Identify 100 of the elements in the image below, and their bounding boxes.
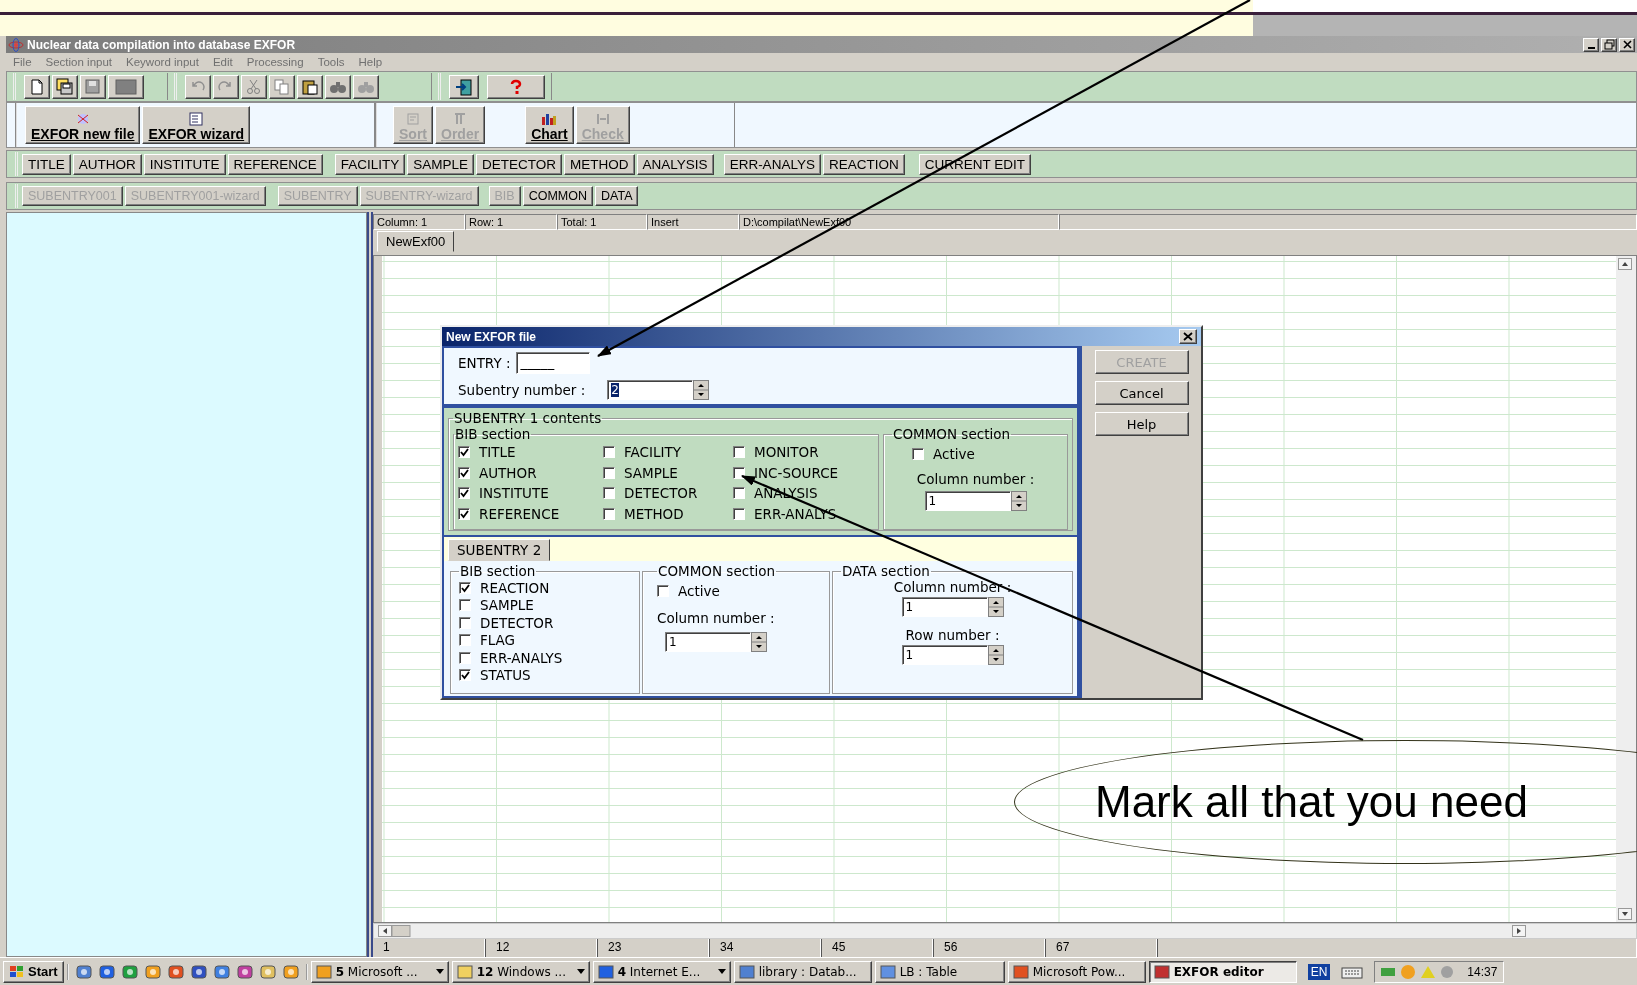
checkbox[interactable] bbox=[603, 507, 615, 520]
checkbox-label[interactable]: INSTITUTE bbox=[479, 485, 549, 502]
checkbox-label[interactable]: ERR-ANALYS bbox=[754, 505, 837, 522]
checkbox[interactable] bbox=[603, 446, 615, 459]
quick-launch-button[interactable] bbox=[166, 963, 185, 980]
new-file-button[interactable] bbox=[24, 74, 50, 99]
section-button[interactable]: ANALYSIS bbox=[636, 153, 714, 175]
checkbox[interactable] bbox=[459, 634, 471, 647]
checkbox[interactable] bbox=[458, 446, 470, 459]
checkbox[interactable] bbox=[458, 466, 470, 479]
taskbar-button[interactable]: 5 Microsoft ... bbox=[310, 960, 449, 983]
number-field[interactable]: 1 bbox=[665, 631, 751, 652]
checkbox[interactable] bbox=[459, 651, 471, 664]
copy-button[interactable] bbox=[269, 74, 295, 99]
redo-button[interactable] bbox=[213, 74, 239, 99]
language-indicator[interactable]: EN bbox=[1307, 963, 1331, 980]
checkbox-label[interactable]: DETECTOR bbox=[624, 485, 698, 502]
toolbar-button[interactable]: EXFOR wizard bbox=[142, 106, 251, 144]
checkbox-label[interactable]: INC-SOURCE bbox=[754, 464, 839, 481]
checkbox[interactable] bbox=[733, 487, 745, 500]
find-next-button[interactable] bbox=[353, 74, 379, 99]
checkbox-label[interactable]: ERR-ANALYS bbox=[480, 649, 563, 666]
save-all-button[interactable] bbox=[52, 74, 78, 99]
splitter[interactable] bbox=[367, 212, 373, 957]
checkbox-label[interactable]: STATUS bbox=[480, 667, 531, 684]
quick-launch-button[interactable] bbox=[74, 963, 93, 980]
section-button[interactable]: DATA bbox=[595, 186, 639, 206]
paste-button[interactable] bbox=[297, 74, 323, 99]
checkbox[interactable] bbox=[459, 669, 471, 682]
start-button[interactable]: Start bbox=[3, 960, 64, 983]
checkbox[interactable] bbox=[733, 446, 745, 459]
checkbox-label[interactable]: SAMPLE bbox=[480, 597, 534, 614]
number-field[interactable]: 2 bbox=[607, 380, 694, 400]
checkbox[interactable] bbox=[459, 581, 471, 594]
close-button[interactable] bbox=[1619, 37, 1635, 52]
find-button[interactable] bbox=[325, 74, 351, 99]
checkbox[interactable] bbox=[912, 448, 924, 461]
number-field[interactable]: 1 bbox=[901, 645, 988, 665]
checkbox[interactable] bbox=[458, 487, 470, 500]
subentry-tab[interactable]: SUBENTRY 2 bbox=[448, 539, 551, 561]
checkbox-label[interactable]: FLAG bbox=[480, 632, 516, 649]
section-button[interactable]: COMMON bbox=[522, 186, 593, 206]
checkbox[interactable] bbox=[657, 585, 669, 598]
dialog-button[interactable]: Help bbox=[1094, 412, 1189, 436]
restore-button[interactable] bbox=[1601, 37, 1617, 52]
section-button[interactable]: METHOD bbox=[564, 153, 635, 175]
quick-launch-button[interactable] bbox=[212, 963, 231, 980]
section-button[interactable]: REFERENCE bbox=[227, 153, 323, 175]
quick-launch-button[interactable] bbox=[143, 963, 162, 980]
checkbox[interactable] bbox=[603, 466, 615, 479]
toolbar-button[interactable]: Chart bbox=[525, 106, 574, 144]
taskbar-button[interactable]: Microsoft Pow... bbox=[1007, 960, 1146, 983]
dialog-button[interactable]: Cancel bbox=[1094, 381, 1189, 405]
quick-launch-button[interactable] bbox=[235, 963, 254, 980]
quick-launch-button[interactable] bbox=[258, 963, 277, 980]
help-button[interactable] bbox=[487, 74, 545, 99]
section-button[interactable]: TITLE bbox=[22, 153, 71, 175]
section-button[interactable]: AUTHOR bbox=[72, 153, 142, 175]
section-button[interactable]: SAMPLE bbox=[407, 153, 475, 175]
cut-button[interactable] bbox=[241, 74, 267, 99]
section-button[interactable]: INSTITUTE bbox=[143, 153, 226, 175]
taskbar-button[interactable]: 12 Windows ... bbox=[451, 960, 590, 983]
checkbox-label[interactable]: REACTION bbox=[480, 579, 550, 596]
checkbox[interactable] bbox=[603, 487, 615, 500]
section-button[interactable]: REACTION bbox=[822, 153, 905, 175]
checkbox-label[interactable]: SAMPLE bbox=[624, 464, 678, 481]
quick-launch-button[interactable] bbox=[120, 963, 139, 980]
checkbox-label[interactable]: MONITOR bbox=[754, 444, 819, 461]
toolbar-button[interactable]: EXFOR new file bbox=[25, 106, 141, 144]
checkbox-label[interactable]: METHOD bbox=[624, 505, 684, 522]
checkbox-label[interactable]: Active bbox=[933, 446, 975, 463]
undo-button[interactable] bbox=[185, 74, 211, 99]
save-button[interactable] bbox=[80, 74, 106, 99]
checkbox[interactable] bbox=[458, 507, 470, 520]
checkbox[interactable] bbox=[459, 616, 471, 629]
horizontal-scrollbar[interactable] bbox=[373, 923, 1637, 939]
section-button[interactable]: ERR-ANALYS bbox=[723, 153, 821, 175]
checkbox-label[interactable]: FACILITY bbox=[624, 444, 681, 461]
checkbox-label[interactable]: REFERENCE bbox=[479, 505, 560, 522]
taskbar-button[interactable]: library : Datab... bbox=[733, 960, 872, 983]
taskbar-button[interactable]: 4 Internet E... bbox=[592, 960, 731, 983]
section-button[interactable]: DETECTOR bbox=[476, 153, 563, 175]
exit-button[interactable] bbox=[449, 74, 479, 99]
number-field[interactable]: 1 bbox=[924, 490, 1011, 511]
checkbox-label[interactable]: AUTHOR bbox=[479, 464, 537, 481]
close-button[interactable] bbox=[1179, 329, 1197, 344]
vertical-scrollbar[interactable] bbox=[1616, 256, 1636, 922]
window-button[interactable] bbox=[108, 74, 144, 99]
checkbox-label[interactable]: DETECTOR bbox=[480, 614, 554, 631]
input-field[interactable]: _____ bbox=[516, 352, 591, 374]
quick-launch-button[interactable] bbox=[97, 963, 116, 980]
number-field[interactable]: 1 bbox=[901, 597, 988, 617]
quick-launch-button[interactable] bbox=[189, 963, 208, 980]
checkbox-label[interactable]: Active bbox=[678, 583, 720, 600]
checkbox-label[interactable]: TITLE bbox=[479, 444, 516, 461]
section-button[interactable]: FACILITY bbox=[334, 153, 406, 175]
minimize-button[interactable] bbox=[1583, 37, 1599, 52]
quick-launch-button[interactable] bbox=[281, 963, 300, 980]
taskbar-button[interactable]: EXFOR editor bbox=[1148, 960, 1297, 983]
clock[interactable]: 14:37 bbox=[1467, 964, 1498, 979]
